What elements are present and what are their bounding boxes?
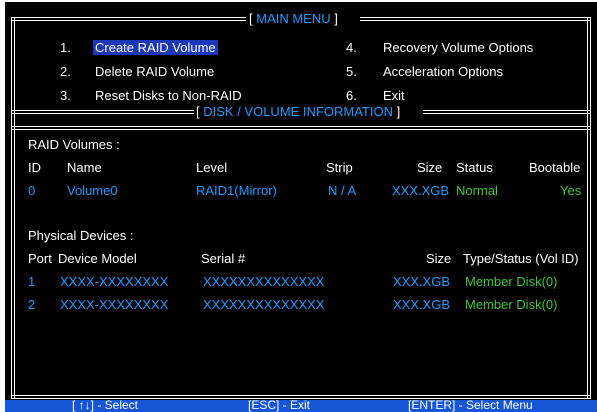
menu-item-label: Create RAID Volume [93, 40, 218, 55]
volume-strip: N / A [328, 183, 357, 198]
device-port: 2 [28, 297, 36, 312]
device-model: XXXX-XXXXXXXX [60, 297, 169, 312]
menu-item-recovery-volume-options[interactable]: 4. Recovery Volume Options [346, 40, 533, 55]
main-menu-top-border [11, 17, 246, 21]
volume-status: Normal [456, 183, 498, 198]
menu-item-number: 1. [60, 40, 71, 55]
device-type-status: Member Disk(0) [465, 297, 558, 312]
col-header-dev-size: Size [426, 251, 452, 266]
col-header-name: Name [67, 160, 102, 175]
volume-id: 0 [28, 183, 36, 198]
menu-item-reset-disks[interactable]: 3. Reset Disks to Non-RAID [60, 88, 242, 103]
menu-item-number: 5. [346, 64, 357, 79]
info-title: [ DISK / VOLUME INFORMATION ] [196, 104, 401, 119]
main-menu-left-border [11, 17, 15, 399]
raid-volumes-label: RAID Volumes : [28, 137, 120, 152]
menu-item-acceleration-options[interactable]: 5. Acceleration Options [346, 64, 503, 79]
main-menu-top-border-right [360, 17, 591, 21]
col-header-strip: Strip [326, 160, 353, 175]
main-menu-right-border [587, 17, 591, 399]
col-header-level: Level [196, 160, 228, 175]
menu-item-label: Reset Disks to Non-RAID [95, 88, 242, 103]
menu-item-number: 4. [346, 40, 357, 55]
raid-bios-screen: [ MAIN MENU ] 1. Create RAID Volume 2. Del… [5, 2, 597, 412]
menu-item-create-raid-volume[interactable]: 1. Create RAID Volume [60, 40, 218, 55]
key-help-bar: [ ↑↓] - Select [ESC] - Exit [ENTER] - Se… [5, 398, 597, 412]
key-hint-exit: [ESC] - Exit [248, 398, 311, 412]
menu-item-label: Recovery Volume Options [383, 40, 534, 55]
menu-item-label: Exit [383, 88, 405, 103]
col-header-id: ID [28, 160, 41, 175]
menu-item-exit[interactable]: 6. Exit [346, 88, 405, 103]
device-size: XXX.XGB [393, 297, 451, 312]
col-header-port: Port [28, 251, 52, 266]
key-hint-enter: [ENTER] - Select Menu [408, 398, 533, 412]
menu-item-label: Acceleration Options [383, 64, 503, 79]
col-header-serial: Serial # [201, 251, 246, 266]
col-header-bootable: Bootable [529, 160, 581, 175]
device-model: XXXX-XXXXXXXX [60, 274, 169, 289]
device-serial: XXXXXXXXXXXXXX [203, 297, 325, 312]
col-header-status: Status [456, 160, 493, 175]
device-type-status: Member Disk(0) [465, 274, 558, 289]
volume-size: XXX.XGB [392, 183, 450, 198]
menu-item-number: 3. [60, 88, 71, 103]
menu-item-number: 6. [346, 88, 357, 103]
col-header-type-status: Type/Status (Vol ID) [463, 251, 579, 266]
info-top-border-right [423, 110, 591, 114]
volume-name: Volume0 [67, 183, 118, 198]
col-header-size: Size [417, 160, 443, 175]
info-top-border-left [11, 110, 194, 114]
info-top-border-full [11, 126, 591, 130]
main-menu-title: [ MAIN MENU ] [249, 11, 338, 26]
device-serial: XXXXXXXXXXXXXX [203, 274, 325, 289]
key-hint-select: [ ↑↓] - Select [72, 398, 139, 412]
volume-bootable: Yes [560, 183, 582, 198]
col-header-device-model: Device Model [58, 251, 137, 266]
device-port: 1 [28, 274, 36, 289]
menu-item-label: Delete RAID Volume [95, 64, 215, 79]
menu-item-number: 2. [60, 64, 71, 79]
device-size: XXX.XGB [393, 274, 451, 289]
physical-devices-label: Physical Devices : [28, 228, 134, 243]
volume-level: RAID1(Mirror) [196, 183, 277, 198]
menu-item-delete-raid-volume[interactable]: 2. Delete RAID Volume [60, 64, 214, 79]
